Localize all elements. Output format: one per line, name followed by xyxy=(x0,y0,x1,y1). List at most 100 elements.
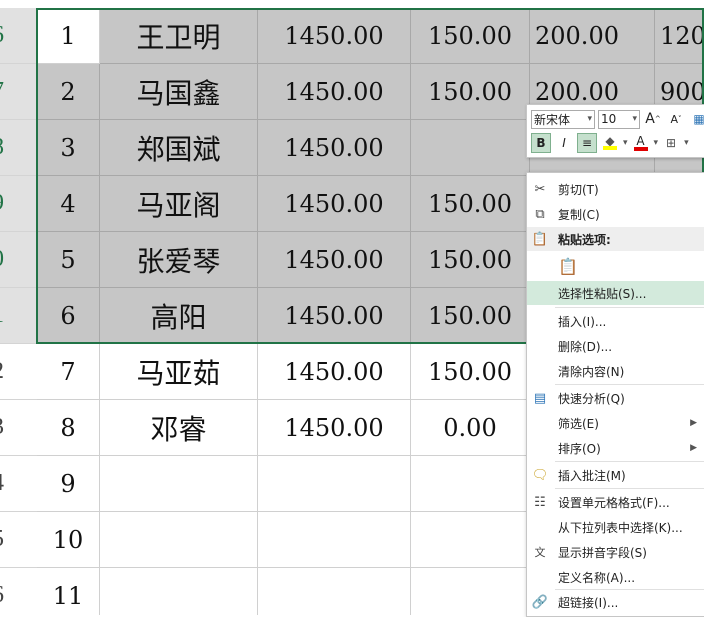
menu-item-quick-analysis[interactable]: ▤ 快速分析(Q) xyxy=(527,386,704,410)
shrink-font-button[interactable]: A ˅ xyxy=(666,109,686,129)
cell-c3[interactable]: 1450.00 xyxy=(258,64,411,120)
cell-seq[interactable]: 3 xyxy=(37,120,100,176)
cell-name[interactable] xyxy=(100,568,258,615)
quick-analysis-icon: ▤ xyxy=(533,390,547,406)
row-header[interactable]: 1 xyxy=(0,288,37,344)
cell-c4[interactable] xyxy=(411,512,530,568)
font-color-button[interactable]: A xyxy=(631,133,651,153)
cell-c3[interactable] xyxy=(258,568,411,615)
menu-item-copy[interactable]: ⧉ 复制(C) xyxy=(527,202,704,226)
format-painter-icon[interactable]: ▦ xyxy=(689,109,704,129)
cell-name[interactable] xyxy=(100,512,258,568)
cell-c3[interactable]: 1450.00 xyxy=(258,8,411,64)
cell-c4[interactable]: 150.00 xyxy=(411,232,530,288)
chevron-right-icon: ▶ xyxy=(690,418,697,428)
cell-name[interactable]: 郑国斌 xyxy=(100,120,258,176)
cell-seq[interactable]: 5 xyxy=(37,232,100,288)
font-name-box[interactable]: 新宋体 ▾ xyxy=(531,109,595,129)
cell-c4[interactable]: 0.00 xyxy=(411,400,530,456)
row-header-label: 5 xyxy=(0,526,4,553)
menu-item-hyperlink[interactable]: 🔗 超链接(I)... xyxy=(527,590,704,614)
clipboard-icon: 📋 xyxy=(531,231,549,247)
cell-name[interactable]: 马国鑫 xyxy=(100,64,258,120)
cell-c4[interactable]: 150.00 xyxy=(411,8,530,64)
menu-item-insert[interactable]: 插入(I)... xyxy=(527,309,704,333)
row-header[interactable]: 3 xyxy=(0,400,37,456)
chevron-down-icon[interactable]: ▾ xyxy=(632,114,637,124)
row-header[interactable]: 4 xyxy=(0,456,37,512)
menu-item-insert-comment[interactable]: 🗨 插入批注(M) xyxy=(527,463,704,487)
cell-seq[interactable]: 7 xyxy=(37,344,100,400)
cell-c3[interactable] xyxy=(258,512,411,568)
cell-seq[interactable]: 11 xyxy=(37,568,100,615)
cell-seq[interactable]: 8 xyxy=(37,400,100,456)
cell-seq[interactable]: 6 xyxy=(37,288,100,344)
menu-item-define-name[interactable]: 定义名称(A)... xyxy=(527,565,704,589)
row-header[interactable]: 8 xyxy=(0,120,37,176)
link-icon: 🔗 xyxy=(531,594,549,610)
row-header[interactable]: 0 xyxy=(0,232,37,288)
borders-icon[interactable]: ⊞ xyxy=(661,133,681,153)
cell-c3[interactable] xyxy=(258,456,411,512)
cell-name[interactable]: 高阳 xyxy=(100,288,258,344)
cell-name[interactable]: 邓睿 xyxy=(100,400,258,456)
cell-c5[interactable]: 200.00 xyxy=(530,8,655,64)
cell-c3[interactable]: 1450.00 xyxy=(258,400,411,456)
cell-c3[interactable]: 1450.00 xyxy=(258,176,411,232)
menu-item-sort[interactable]: 排序(O) ▶ xyxy=(527,436,704,460)
menu-item-pick-from-list[interactable]: 从下拉列表中选择(K)... xyxy=(527,515,704,539)
cell-c4[interactable] xyxy=(411,120,530,176)
font-size-box[interactable]: 10 ▾ xyxy=(598,109,640,129)
cell-c4[interactable] xyxy=(411,456,530,512)
cell-c3[interactable]: 1450.00 xyxy=(258,232,411,288)
cell-name[interactable]: 马亚阁 xyxy=(100,176,258,232)
italic-button[interactable]: I xyxy=(554,133,574,153)
cell-c4[interactable]: 150.00 xyxy=(411,344,530,400)
row-header[interactable]: 7 xyxy=(0,64,37,120)
cell-c4[interactable]: 150.00 xyxy=(411,64,530,120)
grow-font-button[interactable]: A ^ xyxy=(643,109,663,129)
row-header[interactable]: 5 xyxy=(0,512,37,568)
menu-item-copy-label: 复制(C) xyxy=(558,207,600,222)
cell-seq[interactable]: 2 xyxy=(37,64,100,120)
menu-item-delete[interactable]: 删除(D)... xyxy=(527,334,704,358)
cell-name[interactable]: 马亚茹 xyxy=(100,344,258,400)
cell-c3[interactable]: 1450.00 xyxy=(258,288,411,344)
cell-c3[interactable]: 1450.00 xyxy=(258,344,411,400)
cell-seq[interactable]: 1 xyxy=(37,8,100,64)
cell-c3[interactable]: 1450.00 xyxy=(258,120,411,176)
menu-item-quick-analysis-label: 快速分析(Q) xyxy=(558,391,625,406)
row-header-label: 7 xyxy=(0,78,4,105)
chevron-down-icon[interactable]: ▾ xyxy=(623,138,628,148)
align-center-icon[interactable]: ≡ xyxy=(577,133,597,153)
cell-seq[interactable]: 4 xyxy=(37,176,100,232)
menu-item-cut[interactable]: ✂ 剪切(T) xyxy=(527,177,704,201)
chevron-down-icon[interactable]: ▾ xyxy=(684,138,689,148)
row-header[interactable]: 6 xyxy=(0,568,37,615)
comment-icon: 🗨 xyxy=(531,467,549,483)
cell-seq[interactable]: 9 xyxy=(37,456,100,512)
menu-item-paste-special[interactable]: 选择性粘贴(S)... xyxy=(527,281,704,305)
bold-button[interactable]: B xyxy=(531,133,551,153)
menu-item-insert-label: 插入(I)... xyxy=(558,314,607,329)
row-header[interactable]: 2 xyxy=(0,344,37,400)
cell-name[interactable]: 张爱琴 xyxy=(100,232,258,288)
cell-c4[interactable]: 150.00 xyxy=(411,176,530,232)
chevron-down-icon[interactable]: ▾ xyxy=(654,138,659,148)
menu-item-clear[interactable]: 清除内容(N) xyxy=(527,359,704,383)
cell-seq[interactable]: 10 xyxy=(37,512,100,568)
menu-item-phonetic[interactable]: 文 显示拼音字段(S) xyxy=(527,540,704,564)
chevron-down-icon[interactable]: ▾ xyxy=(587,114,592,124)
fill-color-icon[interactable]: ◆ xyxy=(600,133,620,153)
cell-c4[interactable]: 150.00 xyxy=(411,288,530,344)
menu-item-format-cells[interactable]: ☷ 设置单元格格式(F)... xyxy=(527,490,704,514)
row-header[interactable]: 6 xyxy=(0,8,37,64)
row-header[interactable]: 9 xyxy=(0,176,37,232)
font-size-value: 10 xyxy=(601,112,617,126)
cell-name[interactable]: 王卫明 xyxy=(100,8,258,64)
cell-c4[interactable] xyxy=(411,568,530,615)
paste-values-icon[interactable]: 📋 xyxy=(557,253,579,279)
menu-item-filter[interactable]: 筛选(E) ▶ xyxy=(527,411,704,435)
cell-c6[interactable]: 1200 xyxy=(655,8,704,64)
cell-name[interactable] xyxy=(100,456,258,512)
